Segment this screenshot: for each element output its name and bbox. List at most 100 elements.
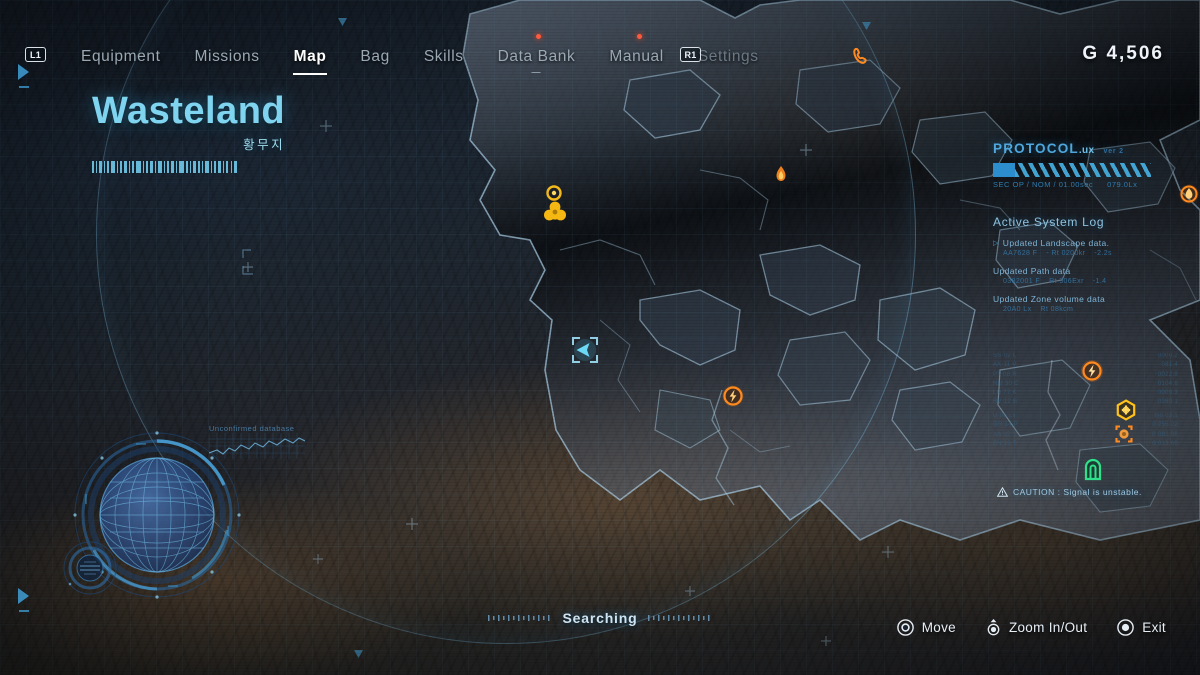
protocol-version-code: ver 2: [1103, 148, 1124, 155]
protocol-panel: PROTOCOL.ux ver 2 SEC OP / NOM / 01.00sec…: [993, 140, 1173, 313]
nav-item-bag[interactable]: Bag: [343, 48, 406, 66]
protocol-readout-left: SEC OP / NOM / 01.00sec: [993, 180, 1094, 189]
nav-item-manual[interactable]: Manual: [592, 34, 680, 66]
telemetry-row: PT 08 R 0022.9: [993, 371, 1178, 380]
log-value: AA7628 F: [1003, 250, 1038, 257]
log-entry-header: ▷ Updated Landscape data.: [993, 238, 1173, 248]
hazard-marker-edge[interactable]: [1179, 183, 1199, 205]
nav-item-map[interactable]: Map: [277, 48, 344, 75]
nav-item-missions[interactable]: Missions: [178, 48, 277, 66]
telemetry-value: 0104.6: [1157, 380, 1178, 387]
protocol-progress-bar: [993, 163, 1151, 177]
control-hint-exit[interactable]: Exit: [1117, 618, 1166, 636]
telemetry-key: RV 12 B: [993, 399, 1018, 406]
nav-label: Bag: [360, 48, 390, 65]
telemetry-key: PT 08 R: [993, 371, 1017, 378]
warning-triangle-icon: [997, 487, 1008, 497]
telemetry-key: SS 02 L: [993, 353, 1017, 359]
telemetry-value: 0022.9: [1157, 371, 1178, 378]
nav-next-arrow-icon[interactable]: [18, 588, 29, 604]
telemetry-block-upper: SS 02 L 0000.2 AX 11 V 081.4 PT 08 R 0022.9…: [993, 352, 1178, 408]
log-entry-header: Updated Path data: [993, 266, 1173, 276]
control-hint-zoom[interactable]: Zoom In/Out: [986, 618, 1087, 636]
telemetry-row: GR 14 P 0 255.22: [993, 421, 1178, 430]
control-hint-move[interactable]: Move: [896, 618, 956, 636]
control-label: Move: [921, 619, 956, 635]
protocol-readout: SEC OP / NOM / 01.00sec 079.0Lx: [993, 180, 1173, 189]
player-marker: [572, 337, 598, 363]
nav-label: Skills: [423, 48, 464, 65]
telemetry-value: ms 03.1: [1154, 413, 1178, 419]
unconfirmed-database-widget: Unconfirmed database: [208, 424, 306, 464]
log-value: -2.2s: [1094, 250, 1112, 257]
nav-item-data-bank[interactable]: Data Bank: [481, 34, 593, 73]
savepoint-marker[interactable]: [1081, 456, 1105, 482]
currency-display: G 4,506: [1082, 43, 1164, 64]
circle-button-icon: [1117, 618, 1135, 636]
telemetry-key: LD 77 K: [993, 390, 1017, 397]
telemetry-row: LD 77 K 0009.3: [993, 389, 1178, 398]
main-navigation: Equipment Missions Map Bag Skills Data B…: [0, 34, 1200, 75]
system-log-title: Active System Log: [993, 215, 1105, 229]
log-value: - Rt 0200kr: [1046, 250, 1086, 257]
searching-ticks-left: [487, 615, 550, 621]
right-bumper-badge[interactable]: R1: [680, 47, 701, 62]
region-title-block: Wasteland 황무지: [92, 92, 285, 178]
telemetry-key: AX 11 V: [993, 362, 1017, 369]
control-label: Exit: [1142, 619, 1166, 635]
telemetry-row: AX 11 V 081.4: [993, 361, 1178, 370]
telemetry-row: U 08 Lx ms 03.1: [993, 412, 1178, 421]
telemetry-value: 081.4: [1161, 362, 1178, 369]
database-waveform-graph: [208, 433, 306, 459]
nav-label: Manual: [609, 48, 664, 65]
nav-prev-arrow-stub: [19, 86, 29, 88]
objective-marker-large[interactable]: [541, 198, 569, 226]
nav-item-skills[interactable]: Skills: [407, 48, 481, 66]
protocol-bar-fill: [993, 163, 1015, 177]
telemetry-key: ZN 19 T: [993, 440, 1017, 447]
nav-prev-arrow-icon[interactable]: [18, 64, 29, 80]
telemetry-row: ZN 19 T 0 013.60: [993, 440, 1178, 449]
log-entry: Updated Path data 0382001 F Rt 306Exr -1…: [993, 266, 1173, 285]
database-label: Unconfirmed database: [209, 424, 295, 433]
campfire-marker[interactable]: [772, 164, 790, 184]
protocol-suffix: .ux: [1078, 145, 1095, 156]
caution-banner: CAUTION : Signal is unstable.: [997, 487, 1142, 497]
notification-dot-icon: [636, 34, 642, 39]
log-entry-header: Updated Zone volume data: [993, 294, 1173, 304]
nav-underline-tick: [531, 72, 541, 73]
page-title: Wasteland: [92, 90, 286, 132]
nav-item-list: Equipment Missions Map Bag Skills Data B…: [64, 34, 776, 75]
log-value: Rt 08kcm: [1040, 306, 1074, 313]
telemetry-key: NM 30 C: [993, 380, 1019, 387]
searching-label: Searching: [562, 610, 638, 626]
nav-item-equipment[interactable]: Equipment: [64, 48, 178, 66]
protocol-bar-hatch: [1015, 163, 1151, 177]
left-stick-icon: [896, 618, 914, 636]
log-entry-text: Updated Path data: [993, 266, 1071, 276]
protocol-header: PROTOCOL.ux ver 2: [993, 140, 1173, 158]
nav-label: Missions: [194, 48, 260, 65]
telemetry-value: 0000.2: [1157, 353, 1178, 359]
control-label: Zoom In/Out: [1008, 619, 1088, 635]
nav-next-arrow-stub: [19, 610, 29, 612]
protocol-readout-right: 079.0Lx: [1107, 180, 1138, 189]
log-entry-text: Updated Zone volume data: [993, 294, 1106, 304]
log-caret-icon: ▷: [993, 240, 999, 247]
telemetry-value: 0 013.60: [1152, 440, 1178, 447]
log-entry-values: 20A0 Lx Rt 08kcm: [1003, 306, 1173, 313]
telemetry-block-lower: U 08 Lx ms 03.1 GR 14 P 0 255.22 AA 02 S 0 …: [993, 412, 1178, 449]
telemetry-row: SS 02 L 0000.2: [993, 352, 1178, 361]
left-bumper-badge[interactable]: L1: [25, 47, 46, 62]
hazard-marker-west[interactable]: [721, 384, 745, 408]
right-stick-icon: [987, 619, 1000, 636]
log-entry-values: 0382001 F Rt 306Exr -1.4: [1003, 278, 1173, 285]
log-value: 0382001 F: [1003, 278, 1041, 285]
compass-dial-widget: [63, 541, 117, 595]
log-entry: Updated Zone volume data 20A0 Lx Rt 08kc…: [993, 294, 1173, 313]
nav-label: Equipment: [81, 48, 161, 65]
region-native-title: 황무지: [243, 138, 286, 152]
nav-label: Data Bank: [497, 48, 576, 65]
log-entry: ▷ Updated Landscape data. AA7628 F - Rt …: [993, 238, 1173, 257]
caution-text: CAUTION : Signal is unstable.: [1013, 487, 1142, 497]
